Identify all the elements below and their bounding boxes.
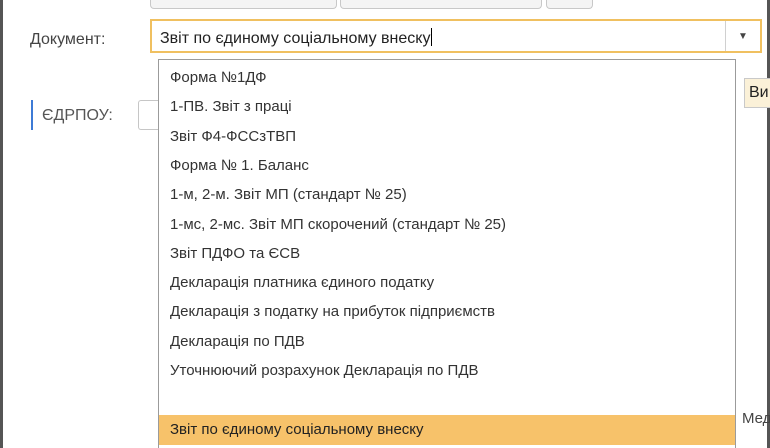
dropdown-button[interactable]: ▼ — [726, 21, 760, 51]
dropdown-item[interactable]: Звіт по єдиному соціальному внеску — [159, 415, 735, 445]
dropdown-item[interactable]: 1-м, 2-м. Звіт МП (стандарт № 25) — [159, 180, 735, 210]
edrpou-label: ЄДРПОУ: — [42, 107, 113, 124]
window-frame-left — [0, 0, 3, 448]
required-field-marker — [31, 100, 33, 130]
edrpou-input[interactable] — [138, 100, 158, 130]
document-label: Документ: — [30, 31, 106, 48]
dropdown-item[interactable]: Уточнюючий розрахунок Декларація по ПДВ — [159, 356, 735, 386]
document-combobox[interactable]: Звіт по єдиному соціальному внеску ▼ — [150, 19, 762, 53]
chevron-down-icon: ▼ — [738, 30, 748, 42]
dropdown-item[interactable]: Декларація по ПДВ — [159, 327, 735, 357]
top-button-edge — [546, 0, 593, 9]
dropdown-item[interactable]: 1-ПВ. Звіт з праці — [159, 92, 735, 122]
dropdown-item[interactable]: Звіт Ф4-ФССзТВП — [159, 122, 735, 152]
document-dropdown-list[interactable]: Форма №1ДФ 1-ПВ. Звіт з праці Звіт Ф4-ФССз… — [158, 59, 736, 448]
side-text: Мед — [742, 410, 770, 427]
dropdown-item[interactable]: Форма № 1. Баланс — [159, 151, 735, 181]
document-input[interactable]: Звіт по єдиному соціальному внеску — [160, 28, 433, 48]
side-button[interactable]: Ви — [744, 78, 770, 108]
top-field-edge — [340, 0, 542, 9]
dropdown-item[interactable]: Декларація платника єдиного податку — [159, 268, 735, 298]
dropdown-item[interactable]: Звіт ПДФО та ЄСВ — [159, 239, 735, 269]
text-cursor — [431, 28, 433, 46]
dropdown-item[interactable]: 1-мс, 2-мс. Звіт МП скорочений (стандарт… — [159, 210, 735, 240]
dropdown-item[interactable]: Декларація з податку на прибуток підприє… — [159, 297, 735, 327]
top-field-edge — [150, 0, 337, 9]
dropdown-item[interactable]: Форма №1ДФ — [159, 63, 735, 93]
